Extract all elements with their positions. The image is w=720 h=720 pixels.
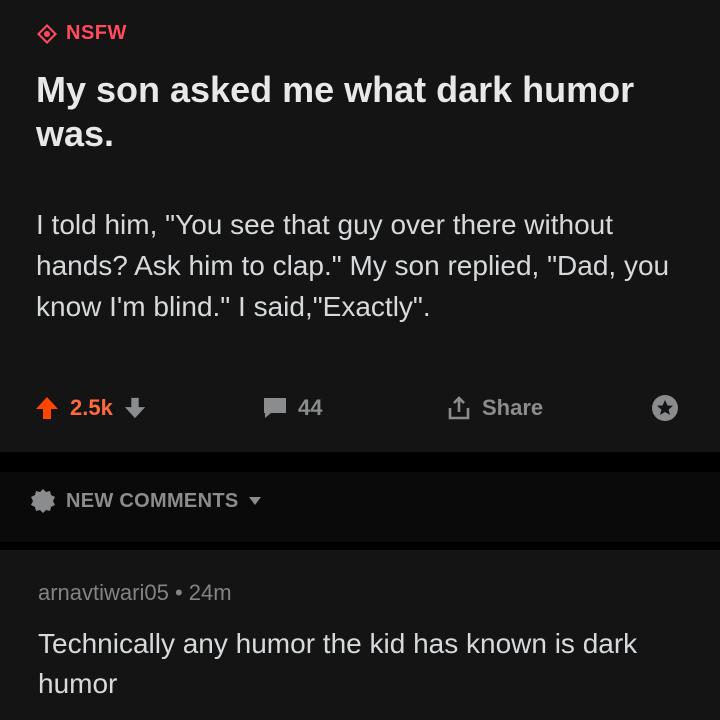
nsfw-tag: NSFW [36,22,127,45]
share-icon [448,396,470,420]
share-button[interactable]: Share [446,388,543,428]
post-action-bar: 2.5k 44 Share [30,388,690,428]
sort-badge-icon [31,489,55,513]
share-label: Share [482,395,544,420]
post-title[interactable]: My son asked me what dark humor was. [36,68,676,156]
award-icon [652,395,678,421]
sort-label: NEW COMMENTS [66,489,239,512]
upvote-arrow-icon[interactable] [34,395,60,421]
nsfw-label: NSFW [66,22,127,44]
comments-button[interactable]: 44 [262,388,322,428]
comment-author[interactable]: arnavtiwari05 [38,580,169,605]
nsfw-diamond-icon [37,23,57,44]
comment-text: Technically any humor the kid has known … [38,628,638,699]
comment-item: arnavtiwari05 • 24m Technically any humo… [0,550,720,720]
comment-sort-bar: NEW COMMENTS [0,472,720,542]
post-card: NSFW My son asked me what dark humor was… [0,0,720,452]
vote-control: 2.5k [34,388,147,428]
comment-bubble-icon [264,398,286,418]
comment-count: 44 [298,395,323,420]
downvote-arrow-icon[interactable] [123,396,147,420]
comment-age: 24m [188,580,232,605]
section-divider [0,452,720,472]
meta-separator: • [174,580,183,605]
caret-down-icon [249,497,262,505]
vote-score: 2.5k [70,395,113,420]
comment-meta: arnavtiwari05 • 24m [38,580,232,606]
sort-dropdown[interactable]: NEW COMMENTS [30,488,262,514]
award-button[interactable] [650,388,680,428]
post-body: I told him, "You see that guy over there… [36,209,670,322]
